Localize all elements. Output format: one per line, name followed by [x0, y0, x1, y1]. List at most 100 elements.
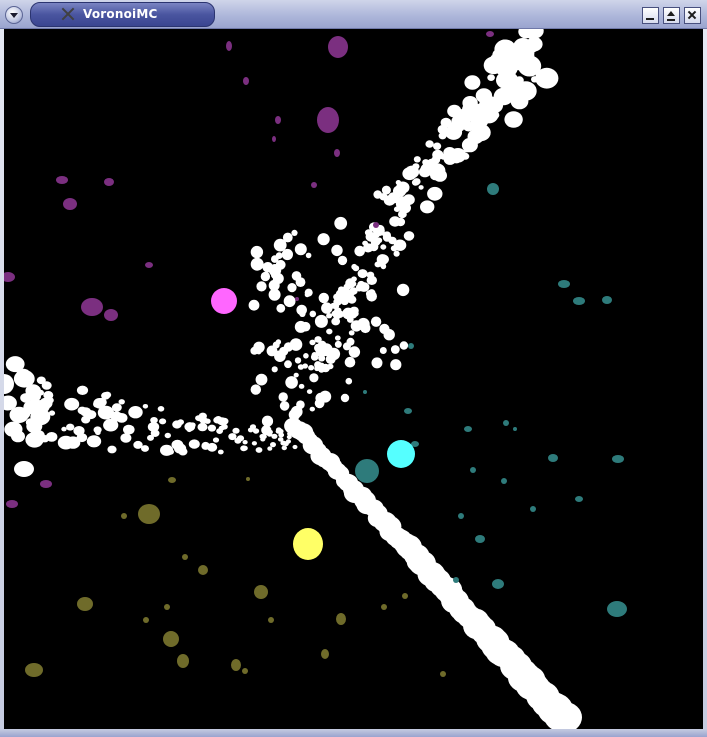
olive-point: [198, 565, 208, 575]
white-point: [57, 435, 74, 450]
white-point: [487, 74, 495, 81]
white-point: [64, 397, 80, 411]
white-point: [535, 67, 559, 89]
purple-point: [311, 182, 317, 188]
white-point: [366, 271, 375, 279]
white-point: [232, 427, 240, 434]
render-viewport[interactable]: [4, 29, 703, 729]
white-point: [133, 440, 143, 449]
white-point: [234, 437, 242, 444]
white-point: [339, 294, 347, 303]
white-point: [25, 432, 44, 448]
white-point: [159, 418, 167, 425]
white-point: [350, 320, 363, 332]
white-point: [242, 445, 248, 451]
teal-point: [475, 535, 485, 543]
purple-point: [4, 272, 15, 282]
white-point: [380, 254, 389, 264]
close-button[interactable]: [684, 7, 701, 24]
window-menu-icon[interactable]: [5, 6, 23, 24]
teal-point: [530, 506, 536, 512]
white-point: [395, 217, 406, 227]
white-point: [433, 142, 442, 150]
title-bar[interactable]: VoronoiMC: [0, 0, 707, 29]
white-point: [510, 93, 529, 110]
white-point: [212, 437, 220, 443]
white-point: [334, 307, 341, 314]
white-point: [418, 185, 424, 190]
white-point: [367, 289, 376, 297]
white-point: [217, 449, 224, 455]
white-point: [270, 442, 276, 448]
title-tab[interactable]: VoronoiMC: [30, 2, 215, 27]
maximize-button[interactable]: [663, 7, 680, 24]
olive-point: [168, 477, 176, 483]
white-point: [272, 273, 284, 284]
white-point: [172, 420, 182, 429]
white-point: [305, 252, 312, 259]
white-point: [399, 341, 409, 350]
white-point: [411, 179, 419, 186]
white-point: [128, 406, 143, 419]
white-point: [66, 423, 75, 431]
olive-point: [246, 477, 250, 481]
white-point: [334, 340, 342, 348]
teal-point: [575, 496, 583, 502]
voronoi-scene-canvas[interactable]: [4, 29, 703, 729]
teal-point: [355, 459, 379, 483]
olive-point: [268, 617, 274, 623]
white-point: [393, 206, 401, 212]
white-point: [45, 396, 54, 404]
white-point: [142, 404, 149, 409]
purple-point: [275, 116, 281, 124]
minimize-button[interactable]: [642, 7, 659, 24]
white-point: [249, 424, 257, 430]
white-point: [383, 329, 395, 341]
white-point: [255, 447, 263, 453]
white-point: [213, 416, 222, 424]
white-point: [262, 262, 274, 273]
purple-point: [56, 176, 68, 184]
white-point: [291, 271, 302, 281]
white-point: [186, 427, 192, 433]
white-point: [275, 252, 283, 259]
white-point: [376, 237, 383, 244]
white-point: [318, 365, 325, 373]
white-point: [326, 313, 333, 319]
purple-point: [295, 297, 299, 301]
window-controls: [642, 7, 701, 24]
white-point: [283, 441, 289, 446]
white-point: [120, 433, 132, 443]
olive-point: [163, 631, 179, 647]
white-point: [396, 283, 410, 297]
purple-point: [40, 480, 52, 488]
white-point: [297, 364, 304, 370]
white-point: [326, 328, 333, 335]
white-point: [390, 359, 402, 371]
white-point: [118, 399, 125, 405]
white-point: [514, 48, 530, 63]
white-point: [242, 440, 248, 445]
olive-point: [121, 513, 127, 519]
teal-point: [363, 390, 367, 394]
teal-point: [487, 183, 499, 195]
white-point: [373, 190, 383, 199]
white-point: [278, 392, 288, 402]
olive-point: [143, 617, 149, 623]
white-point: [277, 437, 284, 442]
olive-point: [402, 593, 408, 599]
teal-point: [408, 343, 414, 349]
white-point: [388, 196, 396, 203]
white-point: [420, 200, 435, 214]
white-point: [398, 196, 407, 205]
app-icon: [61, 7, 75, 21]
white-point: [309, 310, 317, 318]
white-point: [150, 429, 160, 437]
white-point: [379, 347, 387, 354]
teal-point: [503, 420, 509, 426]
white-point: [504, 111, 523, 128]
white-point: [462, 96, 478, 110]
white-point: [463, 142, 470, 148]
white-point: [381, 185, 391, 195]
olive-point: [231, 659, 241, 671]
